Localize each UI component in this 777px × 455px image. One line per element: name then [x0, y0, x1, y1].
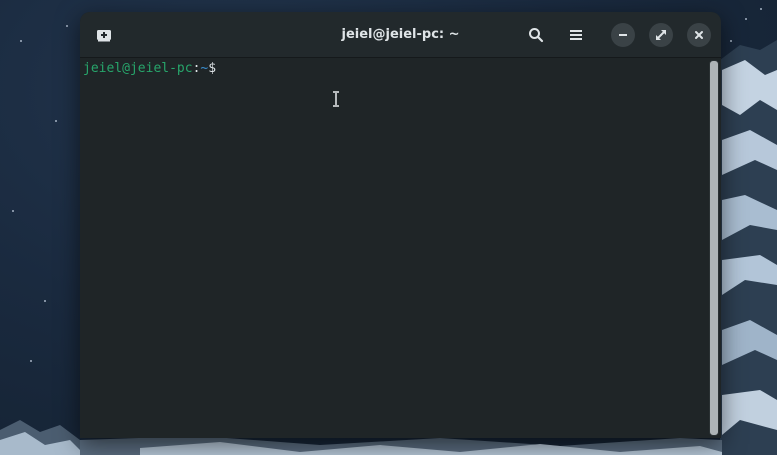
maximize-icon [656, 30, 666, 40]
titlebar[interactable]: jeiel@jeiel-pc: ~ [80, 12, 721, 58]
scrollbar-thumb[interactable] [709, 60, 719, 436]
minimize-icon [619, 34, 627, 36]
desktop-wallpaper: jeiel@jeiel-pc: ~ jeiel@jeiel-pc:~$ [0, 0, 777, 455]
prompt-user-host: jeiel@jeiel-pc [83, 61, 193, 76]
menu-button[interactable] [563, 22, 589, 48]
maximize-button[interactable] [649, 23, 673, 47]
hamburger-menu-icon [570, 30, 582, 40]
search-button[interactable] [523, 22, 549, 48]
close-icon [695, 31, 703, 39]
text-cursor-icon [333, 91, 339, 107]
new-tab-button[interactable] [91, 22, 117, 48]
close-button[interactable] [687, 23, 711, 47]
search-icon [529, 28, 544, 43]
terminal-window: jeiel@jeiel-pc: ~ jeiel@jeiel-pc:~$ [80, 12, 721, 438]
terminal-text-area[interactable]: jeiel@jeiel-pc:~$ [80, 58, 706, 438]
window-title: jeiel@jeiel-pc: ~ [341, 27, 460, 42]
minimize-button[interactable] [611, 23, 635, 47]
prompt-line: jeiel@jeiel-pc:~$ [83, 60, 706, 77]
new-tab-icon [97, 30, 111, 42]
vertical-scrollbar[interactable] [707, 58, 721, 438]
prompt-symbol: $ [208, 61, 217, 76]
